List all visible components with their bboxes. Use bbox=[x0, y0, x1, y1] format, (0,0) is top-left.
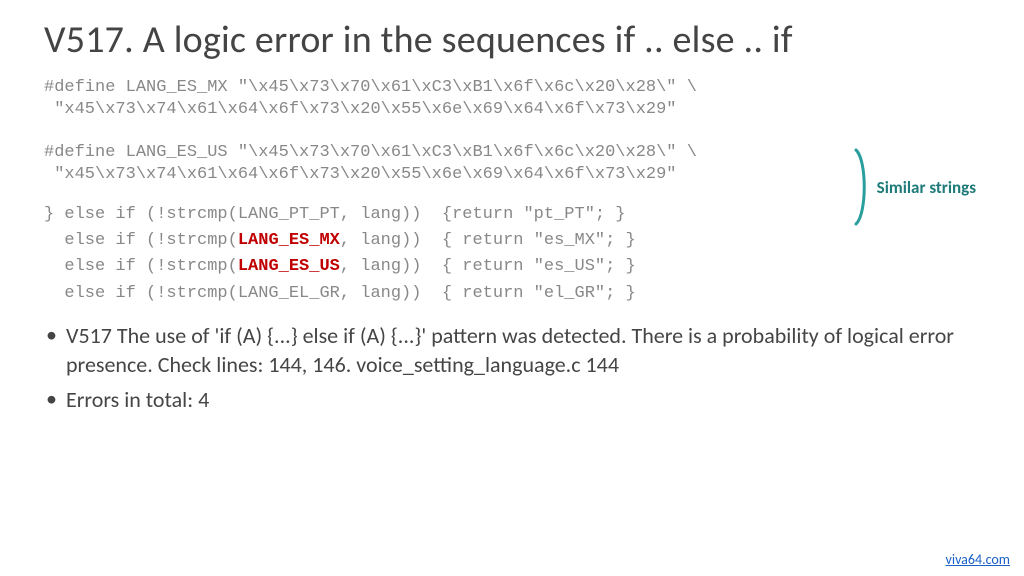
annotation-label: Similar strings bbox=[877, 177, 976, 198]
slide-title: V517. A logic error in the sequences if … bbox=[44, 18, 980, 63]
code-line-mx-post: , lang)) { return "es_MX"; } bbox=[340, 231, 636, 250]
code-highlight-es-mx: LANG_ES_MX bbox=[238, 231, 340, 250]
code-defines: #define LANG_ES_MX "\x45\x73\x70\x61\xC3… bbox=[44, 77, 980, 186]
slide: V517. A logic error in the sequences if … bbox=[0, 0, 1024, 576]
code-highlight-es-us: LANG_ES_US bbox=[238, 257, 340, 276]
bullet-errors-total: Errors in total: 4 bbox=[44, 385, 980, 414]
bullet-list: V517 The use of 'if (A) {...} else if (A… bbox=[44, 321, 980, 414]
footer-link[interactable]: viva64.com bbox=[946, 551, 1010, 568]
paren-icon bbox=[853, 148, 871, 226]
define-es-us-line1: #define LANG_ES_US "\x45\x73\x70\x61\xC3… bbox=[44, 143, 697, 162]
code-line-us-post: , lang)) { return "es_US"; } bbox=[340, 257, 636, 276]
define-es-mx-line1: #define LANG_ES_MX "\x45\x73\x70\x61\xC3… bbox=[44, 78, 697, 97]
define-es-us-line2: "x45\x73\x74\x61\x64\x6f\x73\x20\x55\x6e… bbox=[44, 165, 677, 184]
bullet-v517: V517 The use of 'if (A) {...} else if (A… bbox=[44, 321, 980, 379]
code-line-pt: } else if (!strcmp(LANG_PT_PT, lang)) {r… bbox=[44, 205, 626, 224]
code-line-gr: else if (!strcmp(LANG_EL_GR, lang)) { re… bbox=[44, 284, 636, 303]
annotation-group: Similar strings bbox=[853, 148, 976, 226]
code-else-if-chain: } else if (!strcmp(LANG_PT_PT, lang)) {r… bbox=[44, 202, 980, 307]
code-line-us-pre: else if (!strcmp( bbox=[44, 257, 238, 276]
define-es-mx-line2: "x45\x73\x74\x61\x64\x6f\x73\x20\x55\x6e… bbox=[44, 100, 677, 119]
code-line-mx-pre: else if (!strcmp( bbox=[44, 231, 238, 250]
